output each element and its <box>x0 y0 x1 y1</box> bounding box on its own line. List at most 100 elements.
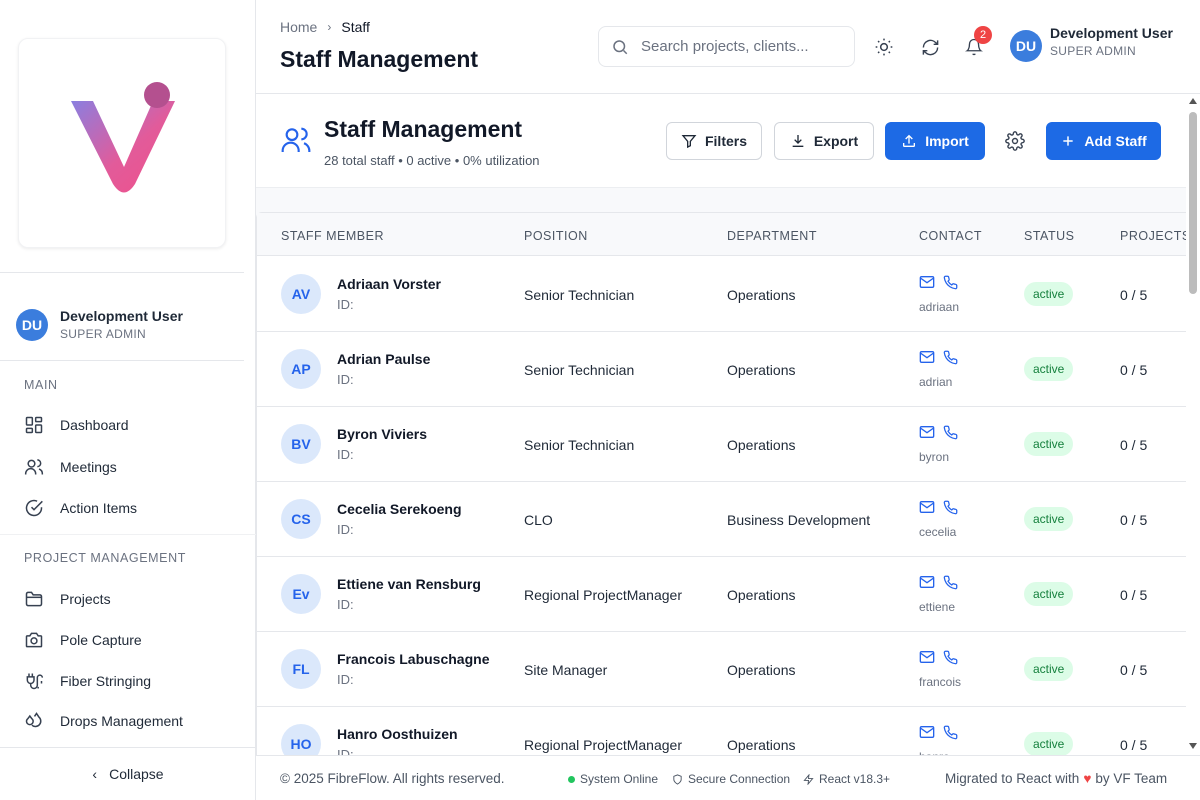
mail-icon[interactable] <box>919 500 935 520</box>
column-header-department[interactable]: DEPARTMENT <box>727 229 817 243</box>
staff-department: Operations <box>727 587 796 603</box>
user-name: Development User <box>1050 24 1173 41</box>
scroll-up-arrow[interactable] <box>1189 98 1197 104</box>
staff-contact: byron <box>919 425 958 464</box>
app-logo[interactable] <box>18 38 226 248</box>
staff-name[interactable]: Ettiene van Rensburg <box>337 576 481 592</box>
sidebar-user[interactable]: DU Development User SUPER ADMIN <box>16 308 183 341</box>
table-row[interactable]: Ev Ettiene van Rensburg ID: Regional Projec… <box>257 557 1186 632</box>
staff-name[interactable]: Adrian Paulse <box>337 351 430 367</box>
mail-icon[interactable] <box>919 575 935 595</box>
section-title-project-management: PROJECT MANAGEMENT <box>24 551 186 565</box>
scroll-thumb[interactable] <box>1189 112 1197 294</box>
search-input[interactable] <box>641 38 841 55</box>
staff-department: Operations <box>727 362 796 378</box>
phone-icon[interactable] <box>943 275 958 295</box>
upload-icon <box>903 134 916 147</box>
staff-department: Operations <box>727 287 796 303</box>
notifications-button[interactable]: 2 <box>962 26 992 59</box>
column-header-projects[interactable]: PROJECTS <box>1120 229 1186 243</box>
import-button[interactable]: Import <box>885 122 985 160</box>
staff-position: Site Manager <box>524 662 608 678</box>
table-row[interactable]: AV Adriaan Vorster ID: Senior Technician Ope… <box>257 257 1186 332</box>
sidebar-item-action-items[interactable]: Action Items <box>24 490 234 526</box>
mail-icon[interactable] <box>919 350 935 370</box>
staff-position: Regional ProjectManager <box>524 587 682 603</box>
mail-icon[interactable] <box>919 425 935 445</box>
phone-icon[interactable] <box>943 650 958 670</box>
sidebar-item-dashboard[interactable]: Dashboard <box>24 407 234 443</box>
sidebar-item-fiber-stringing[interactable]: Fiber Stringing <box>24 663 234 699</box>
secure-connection: Secure Connection <box>672 772 790 786</box>
scroll-down-arrow[interactable] <box>1189 743 1197 749</box>
contact-handle: cecelia <box>919 525 957 539</box>
phone-icon[interactable] <box>943 725 958 745</box>
settings-button[interactable] <box>1005 131 1025 156</box>
theme-toggle-button[interactable] <box>872 35 896 59</box>
status-badge: active <box>1024 657 1074 681</box>
avatar: DU <box>1010 30 1042 62</box>
header-user-menu[interactable]: DU Development User SUPER ADMIN <box>1010 25 1173 62</box>
phone-icon[interactable] <box>943 575 958 595</box>
phone-icon[interactable] <box>943 425 958 445</box>
search-box[interactable] <box>598 26 855 67</box>
sidebar-item-label: Drops Management <box>60 713 183 729</box>
filters-label: Filters <box>704 133 747 149</box>
collapse-label: Collapse <box>109 766 164 782</box>
staff-name[interactable]: Francois Labuschagne <box>337 651 489 667</box>
staff-id: ID: <box>337 672 354 687</box>
vertical-scrollbar[interactable] <box>1186 94 1200 755</box>
staff-position: Senior Technician <box>524 437 635 453</box>
contact-handle: adrian <box>919 375 953 389</box>
sidebar-item-projects[interactable]: Projects <box>24 581 234 617</box>
copyright-text: © 2025 FibreFlow. All rights reserved. <box>280 771 505 786</box>
status-badge: active <box>1024 507 1074 531</box>
staff-department: Operations <box>727 437 796 453</box>
staff-contact: hanro <box>919 725 958 755</box>
contact-handle: byron <box>919 450 950 464</box>
contact-handle: adriaan <box>919 300 960 314</box>
refresh-button[interactable] <box>918 35 942 59</box>
mail-icon[interactable] <box>919 650 935 670</box>
column-header-staff-member[interactable]: STAFF MEMBER <box>281 229 384 243</box>
breadcrumb-home[interactable]: Home <box>280 19 317 35</box>
sidebar-item-pole-capture[interactable]: Pole Capture <box>24 622 234 658</box>
table-row[interactable]: FL Francois Labuschagne ID: Site Manager Ope… <box>257 632 1186 707</box>
staff-contact: adriaan <box>919 275 959 314</box>
table-row[interactable]: CS Cecelia Serekoeng ID: CLO Business Develo… <box>257 482 1186 557</box>
notification-badge: 2 <box>974 26 992 44</box>
sidebar-divider <box>0 272 244 273</box>
column-header-contact[interactable]: CONTACT <box>919 229 982 243</box>
add-staff-button[interactable]: Add Staff <box>1046 122 1161 160</box>
sidebar-item-label: Projects <box>60 591 111 607</box>
column-header-status[interactable]: STATUS <box>1024 229 1074 243</box>
mail-icon[interactable] <box>919 275 935 295</box>
staff-name[interactable]: Byron Viviers <box>337 426 427 442</box>
status-badge: active <box>1024 357 1074 381</box>
staff-projects: 0 / 5 <box>1120 287 1148 303</box>
mail-icon[interactable] <box>919 725 935 745</box>
staff-name[interactable]: Hanro Oosthuizen <box>337 726 458 742</box>
user-role: SUPER ADMIN <box>1050 43 1136 58</box>
main-content: Staff Management 28 total staff • 0 acti… <box>256 94 1186 755</box>
phone-icon[interactable] <box>943 500 958 520</box>
sidebar-item-meetings[interactable]: Meetings <box>24 449 234 485</box>
staff-contact: ettiene <box>919 575 958 614</box>
staff-department: Business Development <box>727 512 871 528</box>
staff-name[interactable]: Adriaan Vorster <box>337 276 441 292</box>
avatar: DU <box>16 308 48 341</box>
staff-name[interactable]: Cecelia Serekoeng <box>337 501 462 517</box>
staff-avatar: AV <box>281 274 321 314</box>
table-row[interactable]: AP Adrian Paulse ID: Senior Technician Opera… <box>257 332 1186 407</box>
column-header-position[interactable]: POSITION <box>524 229 588 243</box>
collapse-button[interactable]: ‹ Collapse <box>0 747 256 800</box>
table-row[interactable]: HO Hanro Oosthuizen ID: Regional ProjectMan… <box>257 707 1186 755</box>
filters-button[interactable]: Filters <box>666 122 762 160</box>
staff-department: Operations <box>727 662 796 678</box>
sidebar-item-drops-management[interactable]: Drops Management <box>24 703 234 739</box>
phone-icon[interactable] <box>943 350 958 370</box>
staff-position: Senior Technician <box>524 287 635 303</box>
export-button[interactable]: Export <box>774 122 874 160</box>
cable-icon <box>26 673 44 690</box>
table-row[interactable]: BV Byron Viviers ID: Senior Technician Opera… <box>257 407 1186 482</box>
